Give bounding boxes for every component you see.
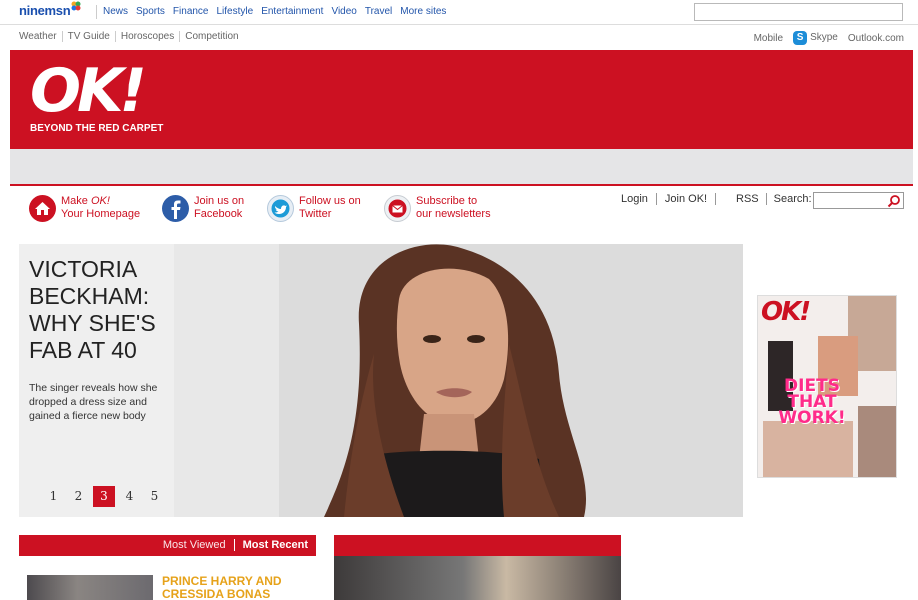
tab-most-recent[interactable]: Most Recent <box>243 539 308 551</box>
pager-item[interactable]: 4 <box>117 486 142 507</box>
search-label: Search: <box>773 193 812 205</box>
nav-tv-guide[interactable]: TV Guide <box>61 31 115 42</box>
ok-logo[interactable]: OK! <box>30 60 147 122</box>
homepage-line1: Make OK! <box>61 195 110 207</box>
nav-lifestyle[interactable]: Lifestyle <box>217 6 254 17</box>
account-links: Login Join OK! <box>621 193 724 205</box>
twitter-line2: Twitter <box>299 208 332 220</box>
newsletter-line2: our newsletters <box>416 208 491 220</box>
article-thumbnail[interactable] <box>27 575 153 600</box>
nav-band <box>10 149 913 184</box>
site-header: OK! BEYOND THE RED CARPET <box>10 50 913 149</box>
divider <box>96 5 97 19</box>
msn-top-bar: ninemsn News Sports Finance Lifestyle En… <box>0 0 918 25</box>
facebook-link[interactable]: Join us on Facebook <box>162 195 244 222</box>
featured-panel <box>334 535 621 600</box>
facebook-line2: Facebook <box>194 208 243 220</box>
nav-news[interactable]: News <box>103 6 128 17</box>
msn-nav: News Sports Finance Lifestyle Entertainm… <box>103 6 446 17</box>
rss-search-group: RSS Search: <box>736 193 812 205</box>
magazine-headline: DIETS THAT WORK! <box>778 376 846 428</box>
nav-entertainment[interactable]: Entertainment <box>261 6 323 17</box>
nav-weather[interactable]: Weather <box>19 31 62 42</box>
twitter-link[interactable]: Follow us on Twitter <box>267 195 361 222</box>
msn-butterfly-icon <box>71 1 81 11</box>
skype-icon: S <box>793 31 808 45</box>
home-icon <box>29 195 56 222</box>
skype-label: Skype <box>810 32 838 43</box>
secondary-bar: Weather TV Guide Horoscopes Competition … <box>0 26 918 48</box>
skype-link[interactable]: S Skype <box>793 31 838 45</box>
nav-travel[interactable]: Travel <box>365 6 392 17</box>
featured-image[interactable] <box>334 556 621 600</box>
panel-tabs: Most Viewed Most Recent <box>163 539 308 551</box>
nav-more-sites[interactable]: More sites <box>400 6 446 17</box>
nav-horoscopes[interactable]: Horoscopes <box>114 31 179 42</box>
nav-video[interactable]: Video <box>331 6 356 17</box>
divider <box>715 193 717 205</box>
pager-item[interactable]: 2 <box>66 486 91 507</box>
hero-image[interactable] <box>174 244 743 517</box>
search-icon[interactable] <box>887 194 901 208</box>
logo-tagline: BEYOND THE RED CARPET <box>30 123 164 134</box>
most-viewed-panel: Most Viewed Most Recent PRINCE HARRY AND… <box>19 535 316 600</box>
tab-most-viewed[interactable]: Most Viewed <box>163 539 226 551</box>
pager-item[interactable]: 5 <box>142 486 167 507</box>
make-homepage-link[interactable]: Make OK! Your Homepage <box>29 195 140 222</box>
hero-carousel[interactable]: VICTORIA BECKHAM: WHY SHE'S FAB AT 40 Th… <box>19 244 743 517</box>
join-link[interactable]: Join OK! <box>665 193 707 205</box>
divider <box>10 184 913 186</box>
magazine-logo: OK! <box>761 297 811 327</box>
pager-item-active[interactable]: 3 <box>93 486 115 507</box>
msn-search-input[interactable] <box>694 3 903 21</box>
nav-competition[interactable]: Competition <box>179 31 243 42</box>
twitter-icon <box>267 195 294 222</box>
nav-sports[interactable]: Sports <box>136 6 165 17</box>
rss-link[interactable]: RSS <box>736 193 759 205</box>
mail-icon <box>384 195 411 222</box>
homepage-line2: Your Homepage <box>61 208 141 220</box>
newsletter-line1: Subscribe to <box>416 195 478 207</box>
newsletter-link[interactable]: Subscribe to our newsletters <box>384 195 491 222</box>
login-link[interactable]: Login <box>621 193 648 205</box>
divider <box>655 193 657 205</box>
pager-item[interactable]: 1 <box>41 486 66 507</box>
utility-links: Mobile S Skype Outlook.com <box>754 31 904 45</box>
hero-title[interactable]: VICTORIA BECKHAM: WHY SHE'S FAB AT 40 <box>29 256 169 364</box>
facebook-line1: Join us on <box>194 195 245 207</box>
twitter-line1: Follow us on <box>299 195 361 207</box>
secondary-nav: Weather TV Guide Horoscopes Competition <box>19 31 244 42</box>
hero-description: The singer reveals how she dropped a dre… <box>29 382 158 422</box>
panel-header <box>334 535 621 556</box>
nav-finance[interactable]: Finance <box>173 6 209 17</box>
article-headline[interactable]: PRINCE HARRY AND CRESSIDA BONAS <box>162 575 312 600</box>
panel-header: Most Viewed Most Recent <box>19 535 316 556</box>
site-search-input[interactable] <box>813 192 904 209</box>
magazine-cover[interactable]: OK! DIETS THAT WORK! <box>757 295 897 478</box>
mobile-link[interactable]: Mobile <box>754 33 783 44</box>
outlook-link[interactable]: Outlook.com <box>848 33 904 44</box>
divider <box>765 193 767 205</box>
facebook-icon <box>162 195 189 222</box>
divider <box>233 539 235 551</box>
carousel-pager: 1 2 3 4 5 <box>41 486 167 507</box>
ninemsn-logo[interactable]: ninemsn <box>19 1 81 18</box>
